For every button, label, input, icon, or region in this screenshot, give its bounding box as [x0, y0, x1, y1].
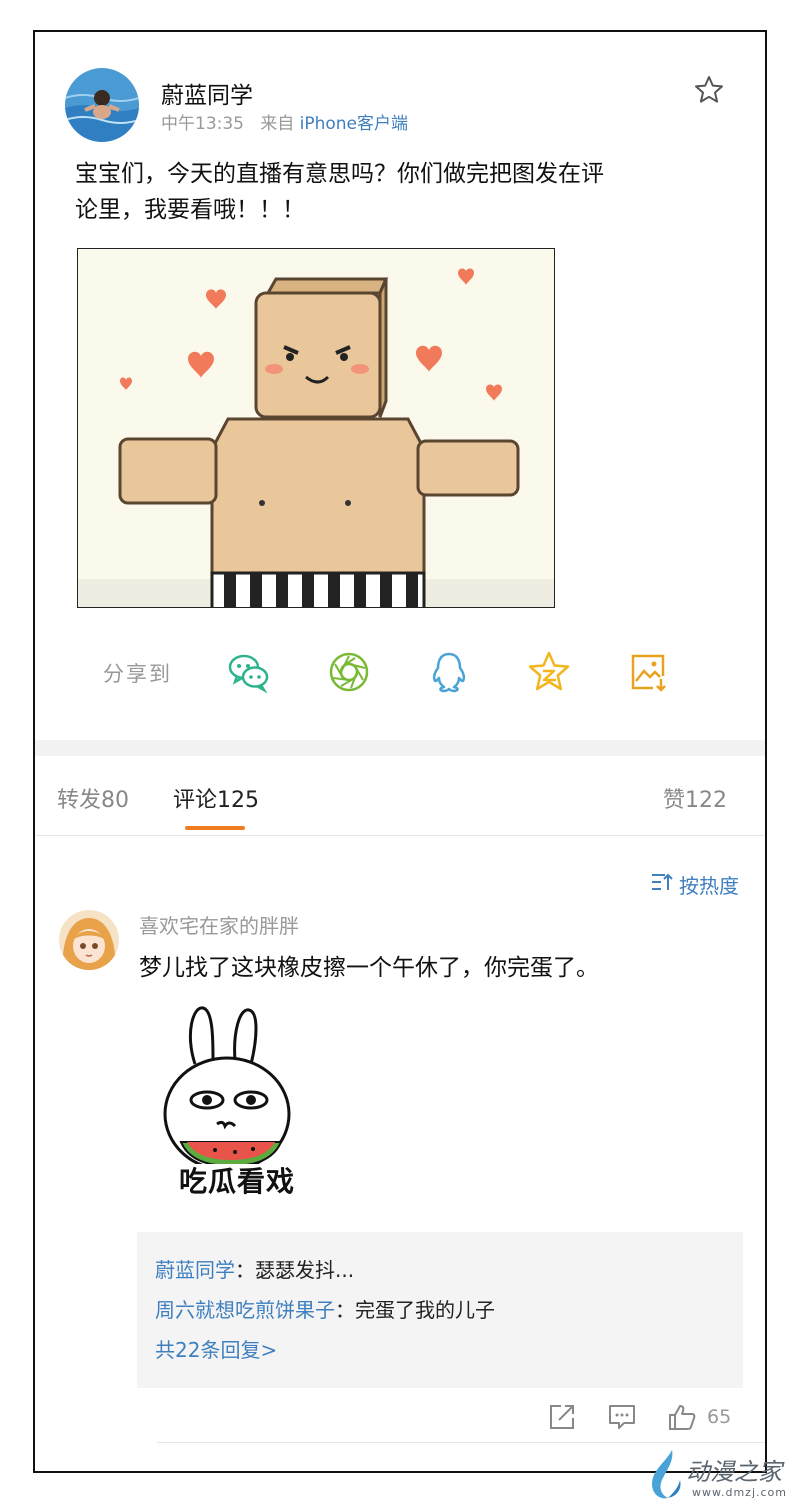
favorite-star-icon[interactable]: [693, 74, 725, 106]
post-text-line: 论里，我要看哦！！！: [75, 197, 305, 223]
commenter-avatar[interactable]: [59, 910, 119, 970]
reply-text: ：瑟瑟发抖...: [235, 1258, 355, 1282]
like-thumb-icon[interactable]: [667, 1402, 697, 1432]
post-body: 宝宝们，今天的直播有意思吗？你们做完把图发在评 论里，我要看哦！！！: [75, 156, 675, 228]
commenter-name[interactable]: 喜欢宅在家的胖胖: [139, 910, 299, 939]
author-avatar[interactable]: [65, 68, 139, 142]
author-name[interactable]: 蔚蓝同学: [161, 76, 253, 110]
watermark-logo-icon: [652, 1450, 681, 1499]
more-replies-link[interactable]: 共22条回复>: [155, 1330, 725, 1370]
post-client[interactable]: iPhone客户端: [300, 114, 408, 134]
watermark-text: 动漫之家: [686, 1458, 782, 1486]
share-label: 分享到: [103, 662, 172, 686]
tab-repost[interactable]: 转发80: [57, 782, 129, 814]
watermark: 动漫之家 www.dmzj.com: [646, 1448, 796, 1504]
post-text-line: 宝宝们，今天的直播有意思吗？你们做完把图发在评: [75, 161, 604, 187]
post-from-label: 来自: [260, 114, 295, 134]
sort-by-hot-button[interactable]: 按热度: [651, 870, 739, 899]
reply-text: ：完蛋了我的儿子: [335, 1298, 495, 1322]
qq-icon[interactable]: [427, 650, 471, 694]
reply-item[interactable]: 蔚蓝同学：瑟瑟发抖...: [155, 1250, 725, 1290]
reply-author[interactable]: 周六就想吃煎饼果子: [155, 1298, 335, 1322]
save-image-icon[interactable]: [627, 650, 671, 694]
share-bar: 分享到: [35, 642, 765, 702]
sticker-caption: 吃瓜看戏: [179, 1165, 296, 1198]
reply-comment-icon[interactable]: [607, 1402, 637, 1432]
post-meta: 中午13:35 来自 iPhone客户端: [161, 109, 408, 134]
weibo-post-frame: 蔚蓝同学 中午13:35 来自 iPhone客户端 宝宝们，今天的直播有意思吗？…: [33, 30, 767, 1473]
wechat-icon[interactable]: [227, 650, 271, 694]
share-comment-icon[interactable]: [547, 1402, 577, 1432]
reply-preview-box[interactable]: 蔚蓝同学：瑟瑟发抖... 周六就想吃煎饼果子：完蛋了我的儿子 共22条回复>: [137, 1232, 743, 1388]
tab-like[interactable]: 赞122: [663, 782, 727, 814]
moments-icon[interactable]: [327, 650, 371, 694]
post-image[interactable]: [77, 248, 555, 608]
reply-author[interactable]: 蔚蓝同学: [155, 1258, 235, 1282]
sort-label: 按热度: [679, 874, 739, 898]
comment-divider: [157, 1442, 765, 1443]
watermark-url: www.dmzj.com: [692, 1486, 787, 1499]
post-time: 中午13:35: [161, 114, 244, 134]
qzone-icon[interactable]: [527, 650, 571, 694]
comment-actions: 65: [35, 1398, 765, 1438]
active-tab-indicator: [185, 826, 245, 830]
section-divider: [35, 740, 765, 756]
comment-sticker-image[interactable]: 吃瓜看戏: [155, 1004, 355, 1212]
reply-item[interactable]: 周六就想吃煎饼果子：完蛋了我的儿子: [155, 1290, 725, 1330]
post-tabs: 转发80 评论125 赞122: [35, 756, 765, 836]
comment-text: 梦儿找了这块橡皮擦一个午休了，你完蛋了。: [139, 955, 599, 981]
like-count: 65: [707, 1406, 732, 1428]
sort-icon: [651, 872, 673, 897]
tab-comment[interactable]: 评论125: [173, 782, 259, 814]
